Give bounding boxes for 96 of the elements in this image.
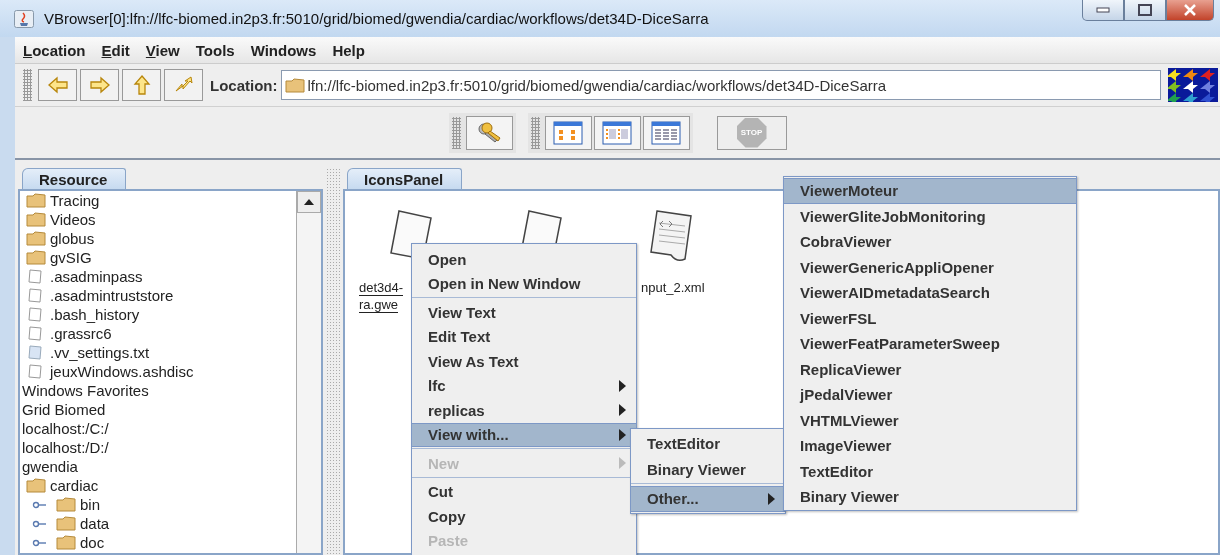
details-view-icon [651,120,681,145]
submenu-arrow-icon [619,457,626,470]
menu-item[interactable]: View Text [412,300,636,325]
tree-item[interactable]: gwendia [22,458,78,475]
menu-item[interactable]: replicas [412,398,636,423]
tree-item[interactable]: .vv_settings.txt [50,344,150,361]
minimize-button[interactable] [1082,0,1124,21]
menu-title[interactable]: View [137,41,188,59]
folder-icon [26,250,46,265]
location-field[interactable]: lfn://lfc-biomed.in2p3.fr:5010/grid/biomed/gwendia/cardiac/workflows/det34D-DiceSarra [280,70,1161,100]
menu-item[interactable]: ImageViewer [784,433,1076,459]
icon-view-icon [553,120,583,145]
menu-item[interactable]: TextEditor [784,458,1076,484]
folder-icon [56,516,76,531]
tree-item[interactable]: jeuxWindows.ashdisc [50,363,194,380]
folder-icon [56,535,76,550]
back-button[interactable] [38,69,77,101]
menu-item[interactable]: Edit Text [412,324,636,349]
tree-item[interactable]: localhost:/C:/ [22,420,109,437]
key-button[interactable] [465,115,513,150]
tree-item[interactable]: cardiac [50,477,99,494]
keys-icon [476,120,502,145]
menu-item[interactable]: ViewerGenericAppliOpener [784,254,1076,280]
menu-item[interactable]: VHTMLViewer [784,407,1076,433]
details-button[interactable] [642,115,690,150]
submenu-arrow-icon [768,492,775,505]
folder-icon [26,212,46,227]
menu-title[interactable]: Edit [93,41,138,59]
location-label: Location: [210,76,278,94]
menu-item[interactable]: Binary Viewer [784,484,1076,510]
close-button[interactable] [1166,0,1214,21]
back-arrow-icon [46,75,69,95]
menu-item[interactable]: ViewerFeatParameterSweep [784,331,1076,357]
minimize-icon [1096,7,1110,13]
toolbar-grip[interactable] [451,116,461,149]
tree-item[interactable]: .grassrc6 [50,325,112,342]
close-icon [1183,4,1197,16]
tree-item[interactable]: localhost:/D:/ [22,439,109,456]
toolbar-grip[interactable] [530,116,540,149]
tree-item[interactable]: Grid Biomed [22,401,106,418]
menu-title[interactable]: Help [324,41,373,59]
file-label[interactable]: det3d4- ra.gwe [359,279,404,313]
tree-item[interactable]: Windows Favorites [22,382,149,399]
tree-item[interactable]: .asadminpass [50,268,143,285]
maximize-icon [1138,4,1152,16]
tree-item[interactable]: Tracing [50,192,100,209]
menu-title[interactable]: Tools [187,41,243,59]
tree-item[interactable]: .asadmintruststore [50,287,174,304]
menu-title[interactable]: Location [15,41,94,59]
menu-item[interactable]: ReplicaViewer [784,356,1076,382]
panel-tab[interactable]: Resource [22,168,127,189]
menu-item[interactable]: Open in New Window [412,271,636,296]
splitter-handle[interactable] [326,168,340,555]
menu-item[interactable]: ViewerGliteJobMonitoring [784,203,1076,229]
menu-item[interactable]: jPedalViewer [784,382,1076,408]
menu-item[interactable]: lfc [412,373,636,398]
icons-button[interactable] [544,115,592,150]
maximize-button[interactable] [1124,0,1166,21]
tree-item[interactable]: globus [50,230,95,247]
menu-item[interactable]: ViewerMoteur [784,178,1076,204]
tree-item[interactable]: doc [80,534,105,551]
toolbar-grip[interactable] [23,69,32,101]
menu-item[interactable]: CobraViewer [784,229,1076,255]
menu-item[interactable]: View with... [412,422,636,447]
submenu-arrow-icon [619,404,626,417]
list-view-icon [602,120,632,145]
scroll-up-icon[interactable] [304,199,314,205]
app-logo-icon [1168,68,1218,102]
tree-item[interactable]: gvSIG [50,249,92,266]
tree-item[interactable]: Videos [50,211,96,228]
menu-item[interactable]: ViewerAIDmetadataSearch [784,280,1076,306]
submenu-arrow-icon [619,379,626,392]
up-button[interactable] [122,69,161,101]
scrollbar[interactable] [296,191,321,553]
panel-tab[interactable]: IconsPanel [347,168,463,189]
folder-icon [26,231,46,246]
refresh-button[interactable] [164,69,203,101]
tree-item[interactable]: .bash_history [50,306,140,323]
folder-icon [284,77,305,93]
forward-button[interactable] [80,69,119,101]
file-label[interactable]: nput_2.xml [641,279,705,296]
menu-title[interactable]: Windows [242,41,325,59]
menu-item[interactable]: View As Text [412,349,636,374]
tree-item[interactable]: data [80,515,110,532]
folder-icon [56,497,76,512]
menu-item[interactable]: Other... [631,486,785,512]
forward-arrow-icon [88,75,111,95]
folder-icon [26,193,46,208]
window-title: VBrowser[0]:lfn://lfc-biomed.in2p3.fr:5010/grid/biomed/gwendia/cardiac/workflows/det34D-DiceSarra [44,10,709,27]
list-button[interactable] [593,115,641,150]
app-icon [14,9,34,28]
folder-icon [26,478,46,493]
menu-item[interactable]: Open [412,247,636,272]
tree-item[interactable]: bin [80,496,101,513]
menu-item[interactable]: ViewerFSL [784,305,1076,331]
submenu-arrow-icon [619,428,626,441]
